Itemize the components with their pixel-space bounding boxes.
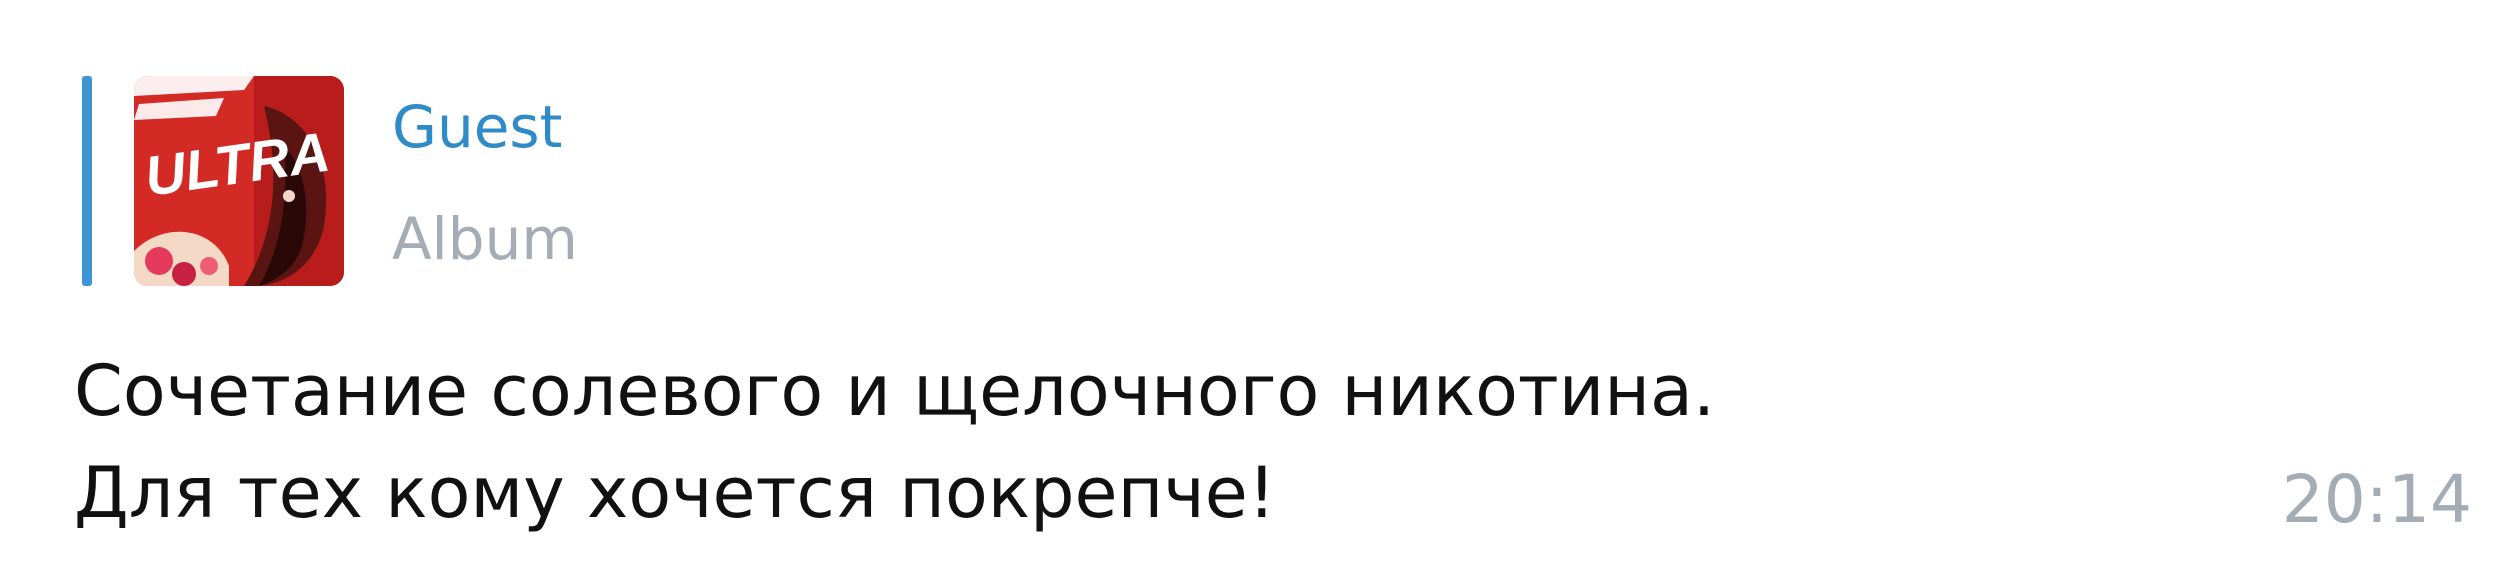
message-line: Для тех кому хочется покрепче!	[74, 452, 1276, 534]
album-thumbnail[interactable]: ULTRA	[134, 76, 344, 286]
reply-subtitle: Album	[392, 205, 578, 273]
reply-author[interactable]: Guest	[392, 92, 562, 162]
message-text: Сочетание солевого и щелочного никотина.…	[74, 340, 2174, 544]
reply-accent-bar	[82, 76, 92, 286]
message-line: Сочетание солевого и щелочного никотина.	[74, 350, 1716, 432]
message-timestamp: 20:14	[2281, 461, 2472, 538]
album-cover-icon: ULTRA	[134, 76, 344, 286]
message-bubble: ULTRA Guest Album Сочетание солевого и щ…	[0, 0, 2500, 577]
